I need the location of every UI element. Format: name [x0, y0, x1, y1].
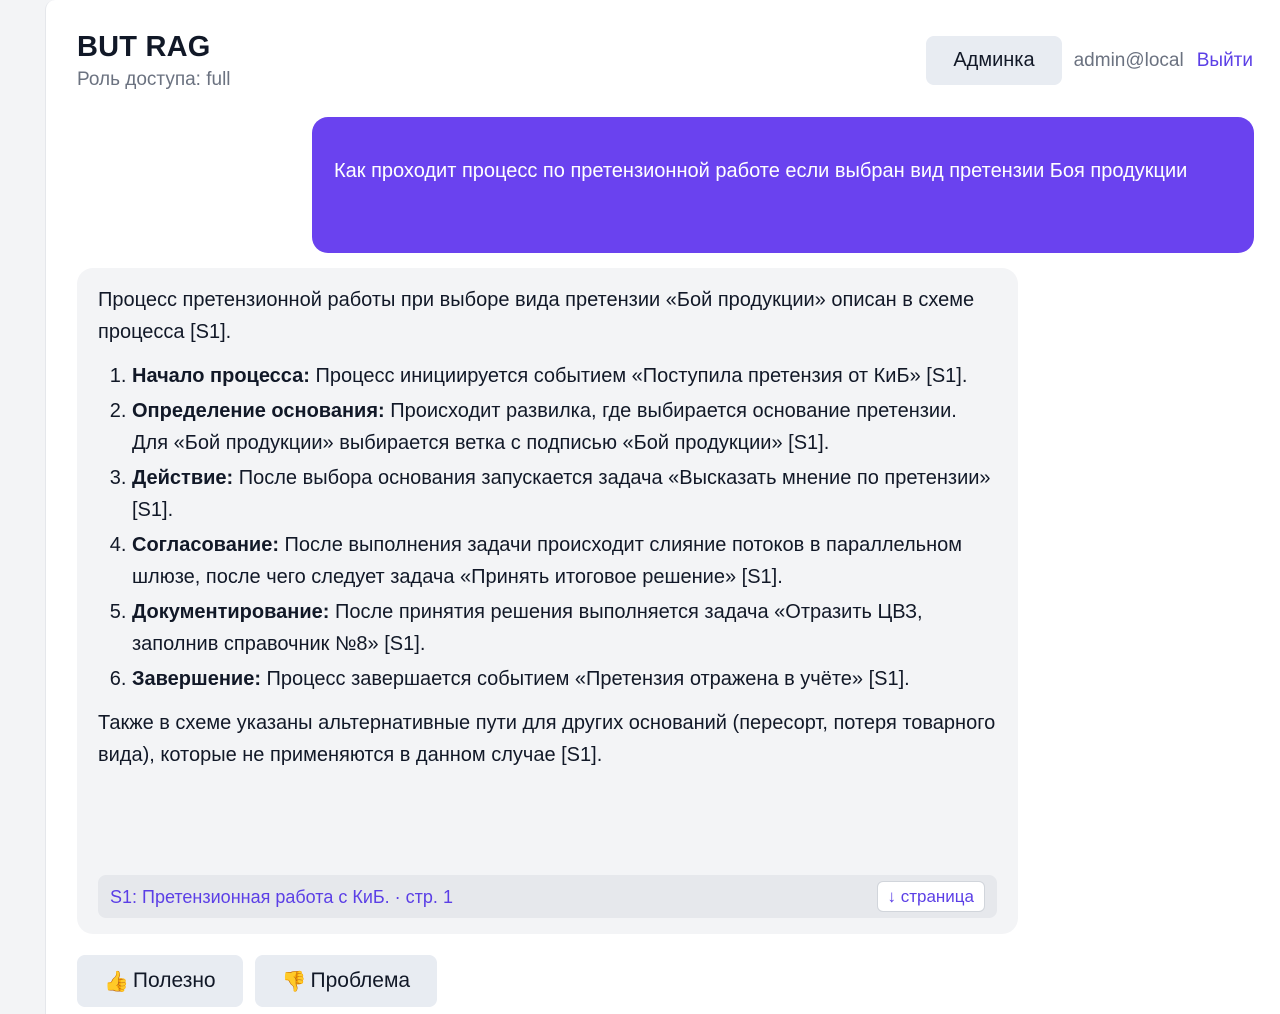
- answer-step: Определение основания: Происходит развил…: [132, 395, 997, 459]
- header-actions: Админка admin@local Выйти: [926, 36, 1253, 85]
- answer-outro: Также в схеме указаны альтернативные пут…: [98, 712, 996, 766]
- answer-step-text: Процесс инициируется событием «Поступила…: [309, 365, 968, 387]
- answer-step: Действие: После выбора основания запуска…: [132, 462, 997, 526]
- thumbs-up-icon: 👍: [104, 969, 129, 993]
- answer-intro: Процесс претензионной работы при выборе …: [98, 289, 975, 343]
- answer-steps-list: Начало процесса: Процесс инициируется со…: [98, 360, 997, 695]
- user-email: admin@local: [1073, 49, 1184, 71]
- answer-step-title: Начало процесса:: [132, 365, 310, 387]
- answer-step: Завершение: Процесс завершается событием…: [132, 663, 997, 695]
- problem-label: Проблема: [310, 969, 411, 992]
- go-to-page-button[interactable]: ↓ страница: [876, 881, 985, 912]
- answer-step-title: Документирование:: [132, 601, 330, 623]
- answer-step-title: Определение основания:: [132, 400, 385, 422]
- source-link[interactable]: S1: Претензионная работа с КиБ. · стр. 1: [110, 881, 877, 913]
- main-panel: BUT RAG Роль доступа: full Админка admin…: [45, 0, 1280, 1014]
- user-message-bubble: Как проходит процесс по претензионной ра…: [312, 117, 1254, 253]
- thumbs-down-icon: 👎: [281, 969, 307, 993]
- feedback-buttons: 👍 Полезно 👎 Проблема: [77, 955, 449, 1007]
- assistant-answer-card: Процесс претензионной работы при выборе …: [77, 268, 1018, 934]
- answer-step-text: Процесс завершается событием «Претензия …: [260, 668, 910, 690]
- answer-step: Документирование: После принятия решения…: [132, 596, 997, 660]
- logout-link[interactable]: Выйти: [1197, 50, 1253, 72]
- app-title: BUT RAG: [77, 31, 211, 63]
- useful-button[interactable]: 👍 Полезно: [77, 955, 243, 1007]
- admin-button[interactable]: Админка: [926, 36, 1062, 85]
- answer-step-text: После выбора основания запускается задач…: [132, 467, 991, 521]
- role-label: Роль доступа: full: [77, 69, 231, 90]
- source-citation-bar: S1: Претензионная работа с КиБ. · стр. 1…: [98, 875, 997, 918]
- answer-step: Согласование: После выполнения задачи пр…: [132, 529, 997, 593]
- header: BUT RAG Роль доступа: full: [77, 30, 231, 92]
- answer-step-title: Завершение:: [132, 668, 261, 690]
- answer-step: Начало процесса: Процесс инициируется со…: [132, 360, 997, 392]
- answer-step-title: Действие:: [132, 467, 234, 489]
- useful-label: Полезно: [132, 969, 216, 992]
- answer-step-title: Согласование:: [132, 534, 279, 556]
- user-message-text: Как проходит процесс по претензионной ра…: [334, 160, 1188, 182]
- problem-button[interactable]: 👎 Проблема: [254, 955, 438, 1007]
